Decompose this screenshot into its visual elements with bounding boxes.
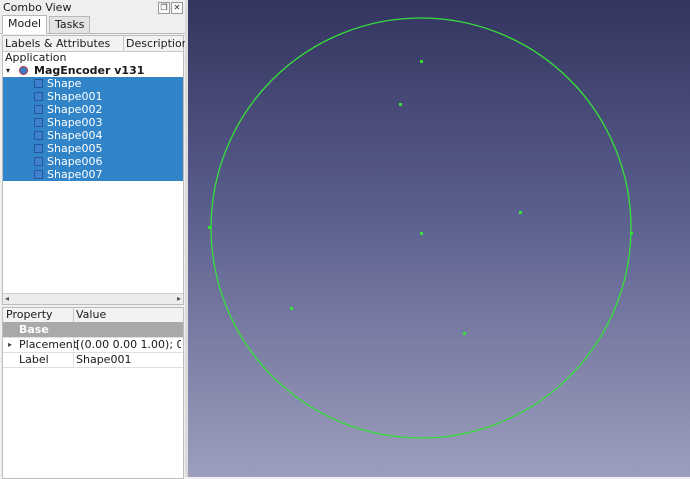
tree-item-label: Shape: [47, 77, 82, 90]
property-value[interactable]: [(0.00 0.00 1.00); 0....: [76, 337, 181, 352]
document-icon: [19, 66, 28, 75]
property-row-label[interactable]: Label Shape001: [3, 352, 183, 368]
tree-document[interactable]: ▾ MagEncoder v131: [3, 64, 183, 77]
tree-item-shape001[interactable]: Shape001: [3, 90, 183, 103]
tree-item-label: Shape003: [47, 116, 103, 129]
property-editor[interactable]: Property Value Base ▸ Placement [(0.00 0…: [2, 307, 184, 479]
tree-item-label: Shape001: [47, 90, 103, 103]
property-value[interactable]: Shape001: [76, 352, 131, 367]
tab-model[interactable]: Model: [2, 15, 48, 34]
shape-icon: [34, 170, 43, 179]
property-column-value[interactable]: Value: [76, 308, 106, 321]
scroll-left-icon[interactable]: ◂: [5, 294, 9, 304]
shape-icon: [34, 92, 43, 101]
vertex-point[interactable]: [290, 307, 293, 310]
vertex-point[interactable]: [399, 103, 402, 106]
expand-arrow-icon[interactable]: ▾: [6, 64, 10, 77]
shape-icon: [34, 79, 43, 88]
vertex-point[interactable]: [463, 332, 466, 335]
tree-item-shape[interactable]: Shape: [3, 77, 183, 90]
property-row-placement[interactable]: ▸ Placement [(0.00 0.00 1.00); 0....: [3, 337, 183, 353]
vertex-point[interactable]: [519, 211, 522, 214]
property-name: Label: [19, 353, 49, 366]
tree-item-shape002[interactable]: Shape002: [3, 103, 183, 116]
shape-icon: [34, 105, 43, 114]
model-tree[interactable]: Labels & Attributes Description Applicat…: [2, 35, 189, 305]
vertex-point[interactable]: [420, 60, 423, 63]
tree-item-label: Shape007: [47, 168, 103, 181]
tree-root-application[interactable]: Application: [3, 51, 183, 64]
circle-geometry[interactable]: [210, 17, 632, 439]
shape-icon: [34, 131, 43, 140]
tree-item-shape007[interactable]: Shape007: [3, 168, 183, 181]
property-column-name[interactable]: Property: [6, 308, 53, 321]
property-group-label: Base: [19, 323, 49, 336]
property-name: Placement: [19, 338, 78, 351]
tree-item-label: Shape005: [47, 142, 103, 155]
property-group-base[interactable]: Base: [3, 322, 183, 338]
close-panel-icon[interactable]: ✕: [171, 2, 183, 14]
tree-item-shape006[interactable]: Shape006: [3, 155, 183, 168]
expand-arrow-icon[interactable]: ▸: [8, 337, 12, 352]
tree-header: Labels & Attributes Description: [3, 36, 189, 52]
vertex-points: [208, 60, 633, 335]
shape-icon: [34, 144, 43, 153]
tree-item-shape003[interactable]: Shape003: [3, 116, 183, 129]
document-label: MagEncoder v131: [34, 64, 145, 77]
scroll-right-icon[interactable]: ▸: [177, 294, 181, 304]
tree-column-description[interactable]: Description: [126, 37, 189, 50]
tree-column-labels[interactable]: Labels & Attributes: [5, 37, 110, 50]
property-header: Property Value: [3, 308, 183, 323]
panel-tabs: Model Tasks: [0, 15, 185, 34]
panel-titlebar: Combo View ❐ ✕: [0, 0, 185, 15]
tree-item-label: Shape004: [47, 129, 103, 142]
3d-viewport[interactable]: [188, 0, 690, 477]
tree-root-label: Application: [5, 51, 67, 64]
shape-icon: [34, 118, 43, 127]
panel-title: Combo View: [3, 1, 72, 14]
viewport-scene: [208, 17, 633, 439]
tree-horizontal-scrollbar[interactable]: ◂ ▸: [3, 293, 183, 304]
shape-icon: [34, 157, 43, 166]
vertex-point[interactable]: [208, 226, 211, 229]
tree-item-label: Shape002: [47, 103, 103, 116]
tab-tasks[interactable]: Tasks: [49, 16, 91, 33]
vertex-point[interactable]: [420, 232, 423, 235]
tree-item-shape004[interactable]: Shape004: [3, 129, 183, 142]
tree-item-shape005[interactable]: Shape005: [3, 142, 183, 155]
vertex-point[interactable]: [630, 232, 633, 235]
combo-view-panel: Combo View ❐ ✕ Model Tasks Labels & Attr…: [0, 0, 189, 479]
float-panel-icon[interactable]: ❐: [158, 2, 170, 14]
tree-item-label: Shape006: [47, 155, 103, 168]
